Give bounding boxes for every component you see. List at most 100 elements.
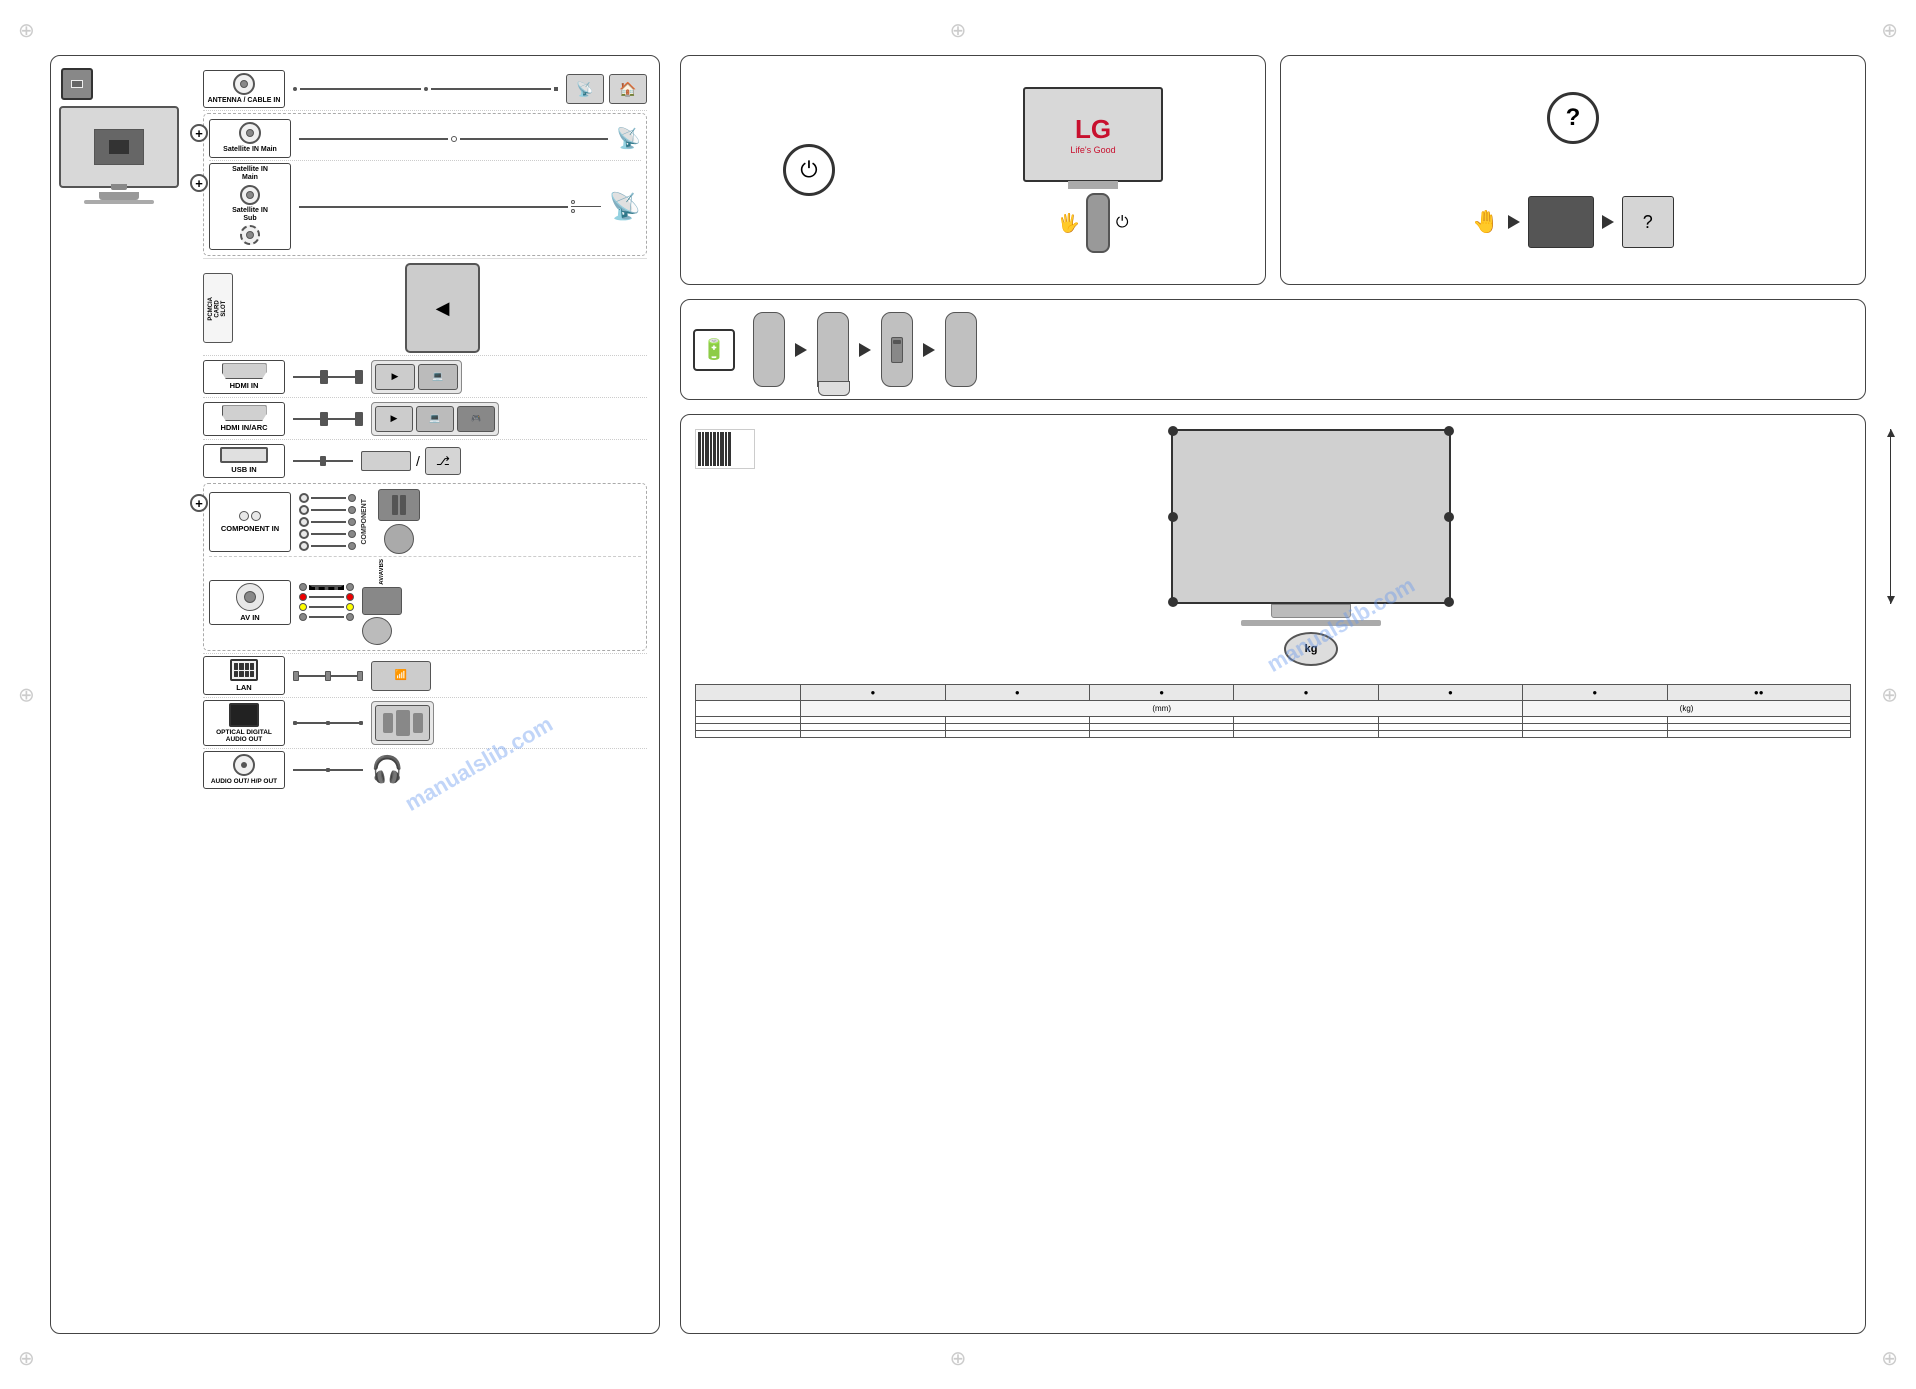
speaker-system	[375, 705, 430, 741]
component-port-label: COMPONENT IN	[209, 492, 291, 552]
hdmi-arc-row: HDMI IN/ARC ▶ 💻 🎮	[203, 397, 647, 439]
row1-col0	[696, 717, 801, 724]
component-adapter	[378, 489, 420, 554]
hand-remote: 🖐 ⏻	[1057, 193, 1128, 253]
row2-col4	[1234, 724, 1378, 731]
game-console: 🎮	[457, 406, 495, 432]
component-group: + COMPONENT IN	[203, 483, 647, 651]
reg-mark-tc: ⊕	[950, 18, 967, 43]
av-devices: AV/AVBS	[362, 559, 402, 645]
row3-col6	[1523, 731, 1667, 738]
setup-hand: 🤚	[1472, 209, 1499, 235]
row3-col7	[1667, 731, 1850, 738]
right-top-row: ⏻ LG Life's Good 🖐 ⏻	[680, 55, 1866, 285]
connections-list: ANTENNA / CABLE IN 📡 🏠 +	[203, 68, 647, 791]
antenna-cable	[293, 87, 558, 91]
table-header-row: ● ● ● ● ● ● ●●	[696, 685, 1851, 701]
tv-dimension-diagram: kg	[771, 429, 1851, 666]
slash-separator: /	[416, 453, 420, 469]
header-col-0	[696, 685, 801, 701]
row2-col3	[1089, 724, 1233, 731]
remote-battery-inside	[881, 312, 913, 387]
lan-port-label: LAN	[203, 656, 285, 695]
satellite-dish-large: 📡	[609, 191, 641, 222]
satellite-main-sub-row: Satellite INMain Satellite INSub	[209, 161, 641, 253]
power-setup-box: ⏻ LG Life's Good 🖐 ⏻	[680, 55, 1266, 285]
tv-display-screen: LG Life's Good	[1023, 87, 1163, 182]
comp-device	[384, 524, 414, 554]
header-col-1: ●	[801, 685, 945, 701]
satellite-port-label: Satellite IN Main	[209, 119, 291, 157]
usb-devices: / ⎇	[361, 447, 461, 475]
row1-col6	[1523, 717, 1667, 724]
hdmi-arc-cable	[293, 412, 363, 426]
power-button-icon: ⏻	[783, 144, 835, 196]
weight-scale: kg	[1284, 632, 1338, 666]
bluray-arc: ▶	[375, 406, 413, 432]
row2-col0	[696, 724, 801, 731]
dim-dot-mr	[1444, 512, 1454, 522]
remote-closed-2	[945, 312, 977, 387]
header-col-3: ●	[1089, 685, 1233, 701]
usb-row: USB IN / ⎇	[203, 439, 647, 481]
antenna-icon: 📡	[566, 74, 604, 104]
row3-col0	[696, 731, 801, 738]
reg-mark-bc: ⊕	[950, 1346, 967, 1371]
usb-cable	[293, 456, 353, 466]
hdmi-row: HDMI IN ▶ 💻	[203, 355, 647, 397]
pcmcia-port: PCMCIACARDSLOT	[203, 273, 233, 343]
tv-lg-display: LG Life's Good 🖐 ⏻	[1023, 87, 1163, 253]
dimensions-content: kg	[695, 429, 1851, 666]
comp-adapter-box	[378, 489, 420, 521]
reg-mark-tr: ⊕	[1881, 18, 1898, 43]
reg-mark-tl: ⊕	[18, 18, 35, 43]
lan-row: LAN 📶	[203, 653, 647, 697]
lg-tagline: Life's Good	[1070, 145, 1115, 155]
row3-col3	[1089, 731, 1233, 738]
table-row-1	[696, 717, 1851, 724]
remote-arrow-3	[923, 343, 935, 357]
bluray-player: ▶	[375, 364, 415, 390]
tv-dim-stand	[1271, 604, 1351, 618]
setup-screen-2: ?	[1622, 196, 1674, 248]
question-mark-icon: ?	[1547, 92, 1599, 144]
hdmi-cable	[293, 370, 363, 384]
row1-col1	[801, 717, 945, 724]
satellite-cable	[299, 136, 608, 142]
tv-screen	[59, 106, 179, 188]
av-adapter	[362, 587, 402, 615]
reg-mark-mr: ⊕	[1881, 682, 1898, 707]
vertical-dim-line	[1890, 429, 1892, 604]
setup-arrow-1	[1508, 215, 1520, 229]
battery-icon: 🔋	[693, 329, 735, 371]
power-symbol-small: ⏻	[1116, 214, 1129, 232]
plus-badge-sat2: +	[190, 174, 208, 192]
component-cables: COMPONENT	[299, 493, 370, 551]
header-col-7: ●●	[1667, 685, 1850, 701]
antenna-port-label: ANTENNA / CABLE IN	[203, 70, 285, 108]
house-icon: 🏠	[609, 74, 647, 104]
lg-logo-text: LG	[1075, 114, 1111, 145]
measurements-table-area: ● ● ● ● ● ● ●● (mm) (kg)	[695, 676, 1851, 738]
optical-cable	[293, 721, 363, 725]
row1-col2	[945, 717, 1089, 724]
dim-dot-tr	[1444, 426, 1454, 436]
audio-cable	[293, 768, 363, 772]
optical-port-label: OPTICAL DIGITAL AUDIO OUT	[203, 700, 285, 746]
remote-arrow-1	[795, 343, 807, 357]
hdmi-arc-devices: ▶ 💻 🎮	[371, 402, 499, 436]
satellite-main-port: Satellite INMain Satellite INSub	[209, 163, 291, 251]
subheader-col-0	[696, 701, 801, 717]
antenna-row: ANTENNA / CABLE IN 📡 🏠	[203, 68, 647, 111]
row3-col1	[801, 731, 945, 738]
tv-base	[84, 200, 154, 204]
remote-battery-box: 🔋	[680, 299, 1866, 400]
setup-screen-1	[1528, 196, 1594, 248]
audio-out-port-label: AUDIO OUT/ H/P OUT	[203, 751, 285, 788]
header-col-5: ●	[1378, 685, 1522, 701]
plus-badge-comp: +	[190, 494, 208, 512]
usb-drive	[361, 451, 411, 471]
headphone-icon: 🎧	[371, 754, 403, 785]
row1-col4	[1234, 717, 1378, 724]
barcode-area	[695, 429, 755, 469]
